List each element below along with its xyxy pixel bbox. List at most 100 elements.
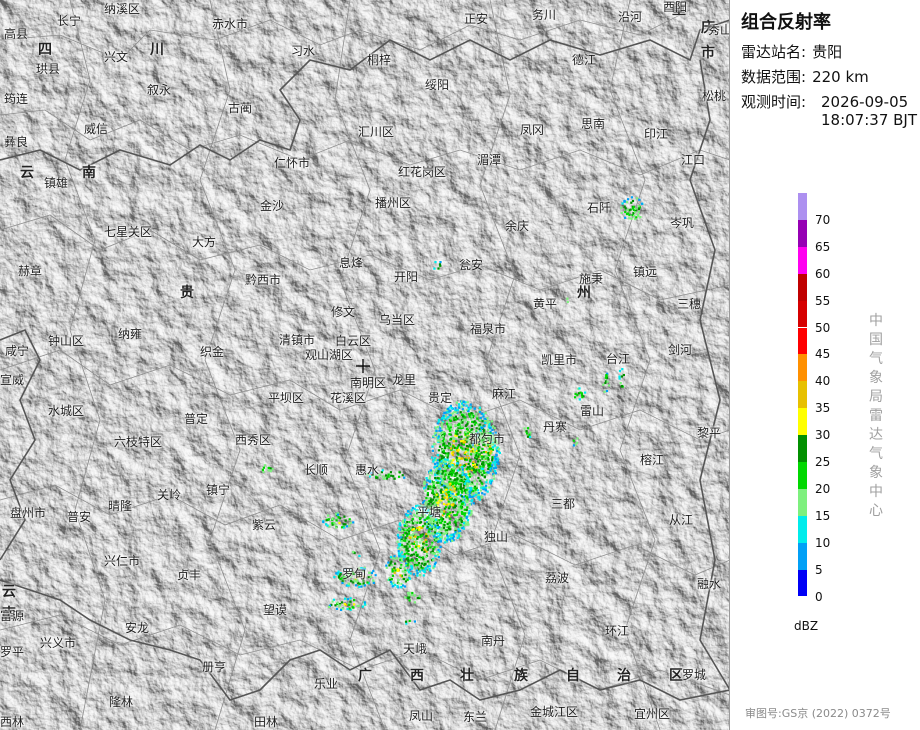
echo-cell	[459, 487, 463, 490]
echo-cell	[416, 572, 419, 575]
echo-cell	[419, 521, 422, 524]
place-label: 平坝区	[268, 391, 305, 405]
legend-swatch	[798, 327, 807, 355]
place-label: 罗甸	[342, 567, 367, 581]
echo-cell	[335, 519, 338, 522]
echo-cell	[437, 433, 440, 436]
place-label: 天峨	[403, 642, 428, 656]
place-label: 册亨	[202, 660, 227, 674]
echo-cell	[452, 417, 455, 420]
echo-cell	[464, 458, 467, 461]
echo-cell	[477, 449, 480, 452]
echo-cell	[490, 420, 494, 423]
echo-cell	[496, 450, 499, 453]
echo-cell	[469, 459, 472, 462]
echo-cell	[434, 474, 437, 477]
place-label: 南丹	[481, 634, 506, 648]
echo-cell	[479, 418, 482, 421]
place-label: 晴隆	[108, 499, 133, 513]
place-label: 咸宁	[5, 344, 30, 358]
echo-cell	[457, 444, 460, 447]
place-label: 贞丰	[177, 568, 202, 582]
place-label: 汇川区	[358, 125, 395, 139]
echo-cell	[342, 607, 345, 610]
echo-cell	[472, 502, 475, 505]
echo-cell	[483, 475, 487, 478]
echo-cell	[408, 591, 411, 594]
echo-cell	[604, 376, 607, 379]
echo-cell	[430, 499, 433, 503]
echo-cell	[472, 460, 475, 463]
echo-cell	[451, 471, 455, 474]
echo-cell	[437, 267, 440, 270]
echo-cell	[581, 396, 584, 399]
echo-cell	[464, 424, 467, 427]
echo-cell	[477, 455, 480, 458]
echo-cell	[472, 464, 475, 467]
radar-map[interactable]: 四川云南贵州广西壮族自治区重庆市云南高县 长宁 纳溪区 赤水市 正安 务川 沿河 酉阳 秀山 珙县…	[0, 0, 730, 730]
echo-cell	[474, 466, 477, 469]
echo-cell	[445, 488, 448, 491]
echo-cell	[420, 562, 423, 565]
echo-cell	[436, 425, 440, 429]
echo-cell	[446, 516, 449, 519]
echo-cell	[422, 544, 425, 547]
echo-cell	[578, 387, 581, 390]
echo-cell	[451, 482, 454, 486]
echo-cell	[454, 415, 457, 418]
echo-cell	[436, 477, 439, 480]
place-label: 从江	[669, 513, 694, 527]
echo-cell	[437, 486, 440, 489]
echo-cell	[449, 528, 452, 531]
place-label: 织金	[200, 345, 225, 359]
echo-cell	[471, 420, 474, 423]
echo-cell	[358, 585, 361, 589]
echo-cell	[437, 556, 440, 559]
echo-cell	[423, 487, 426, 490]
echo-cell	[418, 526, 421, 529]
echo-cell	[455, 440, 458, 443]
place-label: 开阳	[394, 270, 419, 284]
echo-cell	[425, 534, 428, 538]
echo-cell	[406, 564, 409, 567]
echo-cell	[465, 508, 468, 512]
echo-cell	[456, 433, 459, 436]
region-label: 四	[38, 42, 54, 58]
place-label: 赤水市	[212, 17, 249, 31]
echo-cell	[473, 423, 476, 426]
echo-cell	[372, 581, 375, 584]
echo-cell	[423, 570, 426, 573]
echo-cell	[495, 454, 498, 457]
echo-cell	[413, 620, 416, 623]
echo-cell	[424, 501, 428, 504]
echo-cell	[460, 435, 463, 438]
echo-cell	[393, 555, 396, 558]
echo-cell	[620, 206, 623, 209]
echo-cell	[437, 418, 441, 421]
echo-cell	[631, 207, 634, 210]
echo-cell	[412, 533, 415, 536]
echo-cell	[383, 477, 387, 480]
echo-cell	[487, 471, 490, 474]
echo-cell	[461, 457, 464, 460]
echo-cell	[420, 538, 423, 542]
echo-cell	[438, 526, 441, 529]
echo-cell	[471, 448, 475, 451]
place-label: 施秉	[579, 272, 604, 286]
place-label: 瓮安	[459, 258, 484, 272]
region-label: 州	[577, 285, 593, 301]
echo-cell	[459, 526, 462, 529]
echo-cell	[444, 473, 447, 476]
echo-cell	[433, 552, 436, 555]
echo-cell	[447, 471, 450, 474]
echo-cell	[604, 381, 607, 385]
echo-cell	[459, 463, 462, 467]
echo-cell	[628, 217, 631, 220]
echo-cell	[425, 543, 428, 547]
echo-cell	[438, 519, 441, 522]
echo-cell	[453, 440, 456, 443]
region-label: 市	[701, 45, 717, 61]
echo-cell	[437, 449, 440, 452]
echo-cell	[492, 467, 496, 470]
echo-cell	[494, 466, 498, 469]
